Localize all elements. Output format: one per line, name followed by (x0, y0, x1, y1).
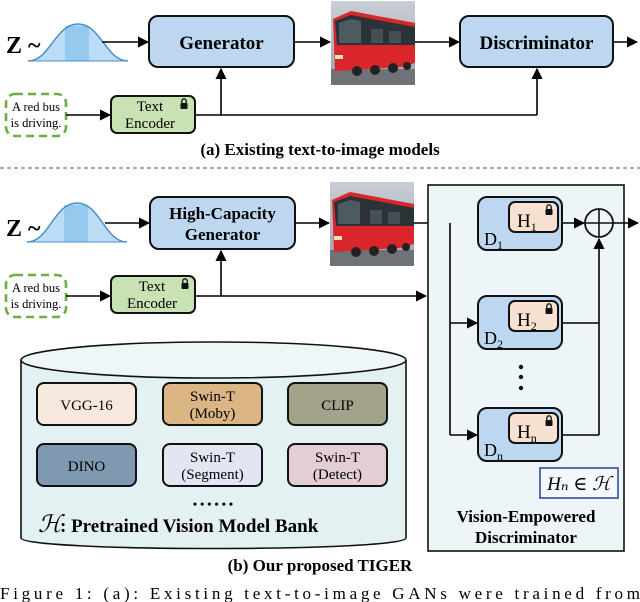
h2-label: H (517, 310, 531, 331)
set-relation-box: Hₙ ∈ ℋ (539, 467, 619, 499)
dn-block: Hn Dn (477, 407, 563, 463)
hn-label: H (517, 422, 531, 443)
model-swin-segment: Swin-T (Segment) (162, 443, 263, 487)
figure-caption: Figure 1: (a): Existing text-to-image GA… (0, 584, 640, 602)
prompt-line-2: is driving. (11, 297, 62, 311)
caption-b: (b) Our proposed TIGER (228, 556, 413, 575)
model-swin-detect-label-1: Swin-T (315, 450, 360, 466)
vision-empowered-discriminator-panel: H1 D1 H2 D2 Hn Dn Hₙ ∈ ℋ Vision-Empowere… (427, 184, 640, 552)
more-models-ellipsis: • • • • • • (193, 497, 233, 511)
model-vgg16: VGG-16 (36, 382, 137, 426)
model-swin-moby: Swin-T (Moby) (162, 382, 263, 426)
generator-label-2: Generator (185, 225, 261, 244)
text-encoder-block: Text Encoder (110, 95, 196, 134)
encoder-label-1: Text (137, 99, 164, 115)
generated-bus-image (330, 182, 414, 266)
sum-icon (584, 208, 614, 238)
model-clip-label: CLIP (321, 398, 354, 414)
prompt-line-1: A red bus (12, 100, 60, 114)
hn-subscript: n (531, 431, 537, 445)
h1-label: H (517, 211, 531, 232)
prompt-line-1: A red bus (12, 281, 60, 295)
discriminator-block: Discriminator (459, 15, 614, 68)
model-dino-label: DINO (68, 459, 106, 475)
d1-block: H1 D1 (477, 196, 563, 252)
model-swin-detect: Swin-T (Detect) (287, 443, 388, 487)
text-encoder-block: Text Encoder (110, 275, 196, 314)
caption-a: (a) Existing text-to-image models (200, 140, 440, 159)
encoder-label-1: Text (139, 279, 166, 295)
panel-b: Z ~ High-Capacity Generator A red bus is… (4, 182, 640, 575)
h2-subscript: 2 (531, 319, 537, 333)
model-swin-moby-label-2: (Moby) (190, 406, 236, 422)
model-swin-segment-label-2: (Segment) (181, 467, 243, 483)
model-vgg16-label: VGG-16 (60, 398, 113, 414)
generator-label: Generator (179, 33, 264, 54)
d2-block: H2 D2 (477, 295, 563, 351)
dn-label: D (484, 440, 497, 460)
d2-subscript: 2 (497, 337, 503, 351)
encoder-label-2: Encoder (125, 116, 175, 132)
tiger-figure: Z ~ Generator Discriminator A red bus is… (0, 1, 640, 602)
generator-label-1: High-Capacity (169, 204, 276, 223)
text-prompt: A red bus is driving. (4, 273, 68, 319)
discriminator-title-2: Discriminator (475, 528, 577, 547)
model-swin-moby-label-1: Swin-T (190, 389, 235, 405)
model-clip: CLIP (287, 382, 388, 426)
set-relation-label: Hₙ ∈ ℋ (546, 474, 614, 495)
model-swin-segment-label-1: Swin-T (190, 450, 235, 466)
text-prompt: A red bus is driving. (4, 92, 68, 138)
h1-subscript: 1 (531, 220, 537, 234)
d1-subscript: 1 (497, 238, 503, 252)
d2-label: D (484, 328, 497, 348)
discriminator-label: Discriminator (480, 33, 595, 54)
model-dino: DINO (36, 443, 137, 487)
generator-block: Generator (148, 15, 295, 68)
prompt-line-2: is driving. (11, 116, 62, 130)
dn-subscript: n (497, 449, 503, 463)
generated-bus-image (331, 1, 415, 85)
discriminator-title-1: Vision-Empowered (457, 507, 596, 526)
d1-label: D (484, 229, 497, 249)
model-bank-title: : Pretrained Vision Model Bank (60, 516, 319, 537)
model-swin-detect-label-2: (Detect) (313, 467, 362, 483)
noise-label-b: Z ~ (6, 216, 41, 242)
panel-a: Z ~ Generator Discriminator A red bus is… (4, 1, 639, 159)
high-capacity-generator-block: High-Capacity Generator (149, 196, 296, 250)
encoder-label-2: Encoder (127, 296, 177, 312)
noise-label: Z ~ (6, 33, 41, 59)
